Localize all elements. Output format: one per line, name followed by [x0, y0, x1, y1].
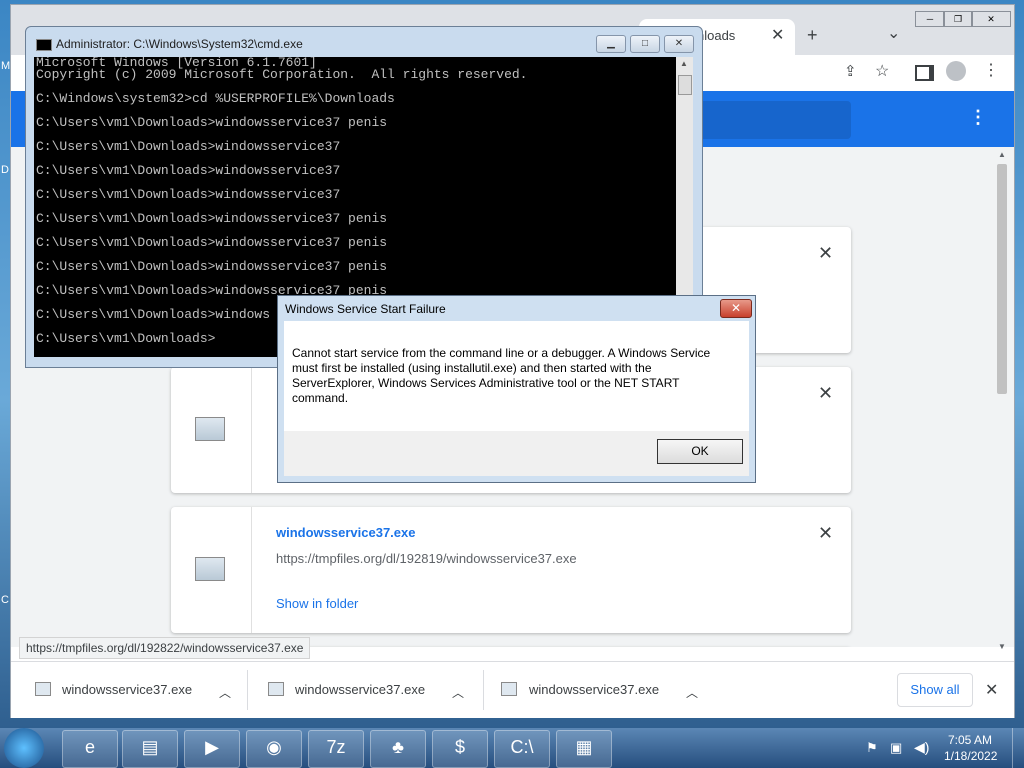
dialog-body: Cannot start service from the command li… [284, 321, 749, 431]
download-url[interactable]: https://tmpfiles.org/dl/192819/windowsse… [276, 551, 577, 566]
close-button[interactable]: ✕ [971, 11, 1011, 27]
taskbar: e ▤ ▶ ◉ 7z ♣ $ C:\ ▦ ⚑ ▣ ◀) 7:05 AM 1/18/2022 [0, 728, 1024, 768]
show-in-folder-link[interactable]: Show in folder [276, 596, 358, 611]
status-url-bubble: https://tmpfiles.org/dl/192822/windowsse… [19, 637, 311, 659]
clock-time[interactable]: 7:05 AM [948, 733, 992, 747]
taskbar-chrome[interactable]: ◉ [246, 730, 302, 768]
tab-close-icon[interactable]: ✕ [771, 25, 784, 45]
remove-icon[interactable]: ✕ [818, 523, 833, 544]
maximize-button[interactable]: ❐ [943, 11, 973, 27]
download-file-name[interactable]: windowsservice37.exe [276, 525, 415, 540]
internet-explorer-icon: e [84, 737, 95, 757]
divider [247, 670, 248, 710]
download-shelf: windowsservice37.exe ︿ windowsservice37.… [11, 661, 1014, 718]
star-icon[interactable]: ☆ [875, 61, 889, 81]
minimize-button[interactable]: ▁ [596, 35, 626, 53]
minimize-button[interactable]: ─ [915, 11, 945, 27]
taskbar-media-player[interactable]: ▶ [184, 730, 240, 768]
shelf-item[interactable]: windowsservice37.exe ︿ [487, 662, 720, 718]
chevron-up-icon[interactable]: ︿ [686, 684, 698, 701]
taskbar-internet-explorer[interactable]: e [62, 730, 118, 768]
chrome-icon: ◉ [266, 737, 282, 757]
maximize-button[interactable]: □ [630, 35, 660, 53]
taskbar-7zip[interactable]: 7z [308, 730, 364, 768]
scroll-down-icon[interactable]: ▼ [998, 642, 1006, 651]
start-button[interactable] [4, 728, 44, 768]
dialog-close-button[interactable]: ✕ [720, 299, 752, 318]
tray-network-icon[interactable]: ▣ [890, 740, 902, 756]
shelf-item[interactable]: windowsservice37.exe ︿ [11, 662, 244, 718]
shelf-file-name: windowsservice37.exe [295, 682, 426, 697]
scroll-up-icon[interactable]: ▲ [680, 59, 688, 68]
page-scrollbar[interactable]: ▲ ▼ [993, 150, 1011, 660]
cmd-icon [36, 39, 52, 51]
card-icon-area [171, 367, 252, 493]
shelf-file-name: windowsservice37.exe [529, 682, 660, 697]
file-icon [35, 682, 51, 696]
clock-date[interactable]: 1/18/2022 [944, 749, 997, 763]
file-icon [501, 682, 517, 696]
chevron-up-icon[interactable]: ︿ [219, 684, 231, 701]
money-game-icon: ♣ [392, 737, 404, 757]
taskbar-notepad[interactable]: ▦ [556, 730, 612, 768]
notepad-icon: ▦ [575, 737, 593, 757]
file-icon [195, 557, 225, 581]
divider [483, 670, 484, 710]
close-button[interactable]: ✕ [664, 35, 694, 53]
close-shelf-button[interactable]: ✕ [985, 680, 998, 700]
desktop-icon-label[interactable]: C [1, 594, 9, 606]
downloads-menu-icon[interactable]: ⋮ [969, 107, 987, 128]
remove-icon[interactable]: ✕ [818, 383, 833, 404]
dialog-footer: OK [284, 431, 749, 476]
tray-flag-icon[interactable]: ⚑ [866, 740, 878, 756]
dialog-message: Cannot start service from the command li… [292, 346, 711, 405]
cmd-title: Administrator: C:\Windows\System32\cmd.e… [56, 37, 303, 51]
tab-search-button[interactable]: ⌄ [887, 23, 900, 43]
scroll-thumb[interactable] [997, 164, 1007, 394]
file-explorer-icon: ▤ [141, 737, 159, 757]
media-player-icon: ▶ [205, 737, 219, 757]
shelf-item[interactable]: windowsservice37.exe ︿ [251, 662, 484, 718]
file-icon [195, 417, 225, 441]
taskbar-file-explorer[interactable]: ▤ [122, 730, 178, 768]
taskbar-cmd[interactable]: C:\ [494, 730, 550, 768]
dialog-title: Windows Service Start Failure [285, 302, 446, 316]
chevron-up-icon[interactable]: ︿ [452, 684, 464, 701]
show-desktop-button[interactable] [1012, 728, 1024, 768]
taskbar-money-game[interactable]: ♣ [370, 730, 426, 768]
ok-button[interactable]: OK [657, 439, 743, 464]
error-dialog: Windows Service Start Failure ✕ Cannot s… [277, 295, 756, 483]
desktop-icon-label[interactable]: M [1, 60, 10, 72]
sidepanel-icon[interactable] [915, 65, 934, 81]
share-icon[interactable]: ⇪ [844, 62, 857, 80]
taskbar-money-bag[interactable]: $ [432, 730, 488, 768]
card-icon-area [171, 507, 252, 633]
money-bag-icon: $ [454, 737, 465, 757]
7zip-icon: 7z [326, 737, 346, 757]
download-card: windowsservice37.exe https://tmpfiles.or… [171, 507, 851, 633]
menu-icon[interactable]: ⋮ [983, 60, 999, 80]
remove-icon[interactable]: ✕ [818, 243, 833, 264]
new-tab-button[interactable]: + [807, 25, 818, 46]
file-icon [268, 682, 284, 696]
tray-volume-icon[interactable]: ◀) [914, 739, 929, 756]
show-all-button[interactable]: Show all [897, 673, 973, 707]
desktop-icon-label[interactable]: D [1, 164, 9, 176]
scroll-thumb[interactable] [678, 75, 692, 95]
profile-icon[interactable] [946, 61, 966, 81]
cmd-icon: C:\ [510, 737, 534, 757]
scroll-up-icon[interactable]: ▲ [998, 150, 1006, 159]
shelf-file-name: windowsservice37.exe [62, 682, 193, 697]
